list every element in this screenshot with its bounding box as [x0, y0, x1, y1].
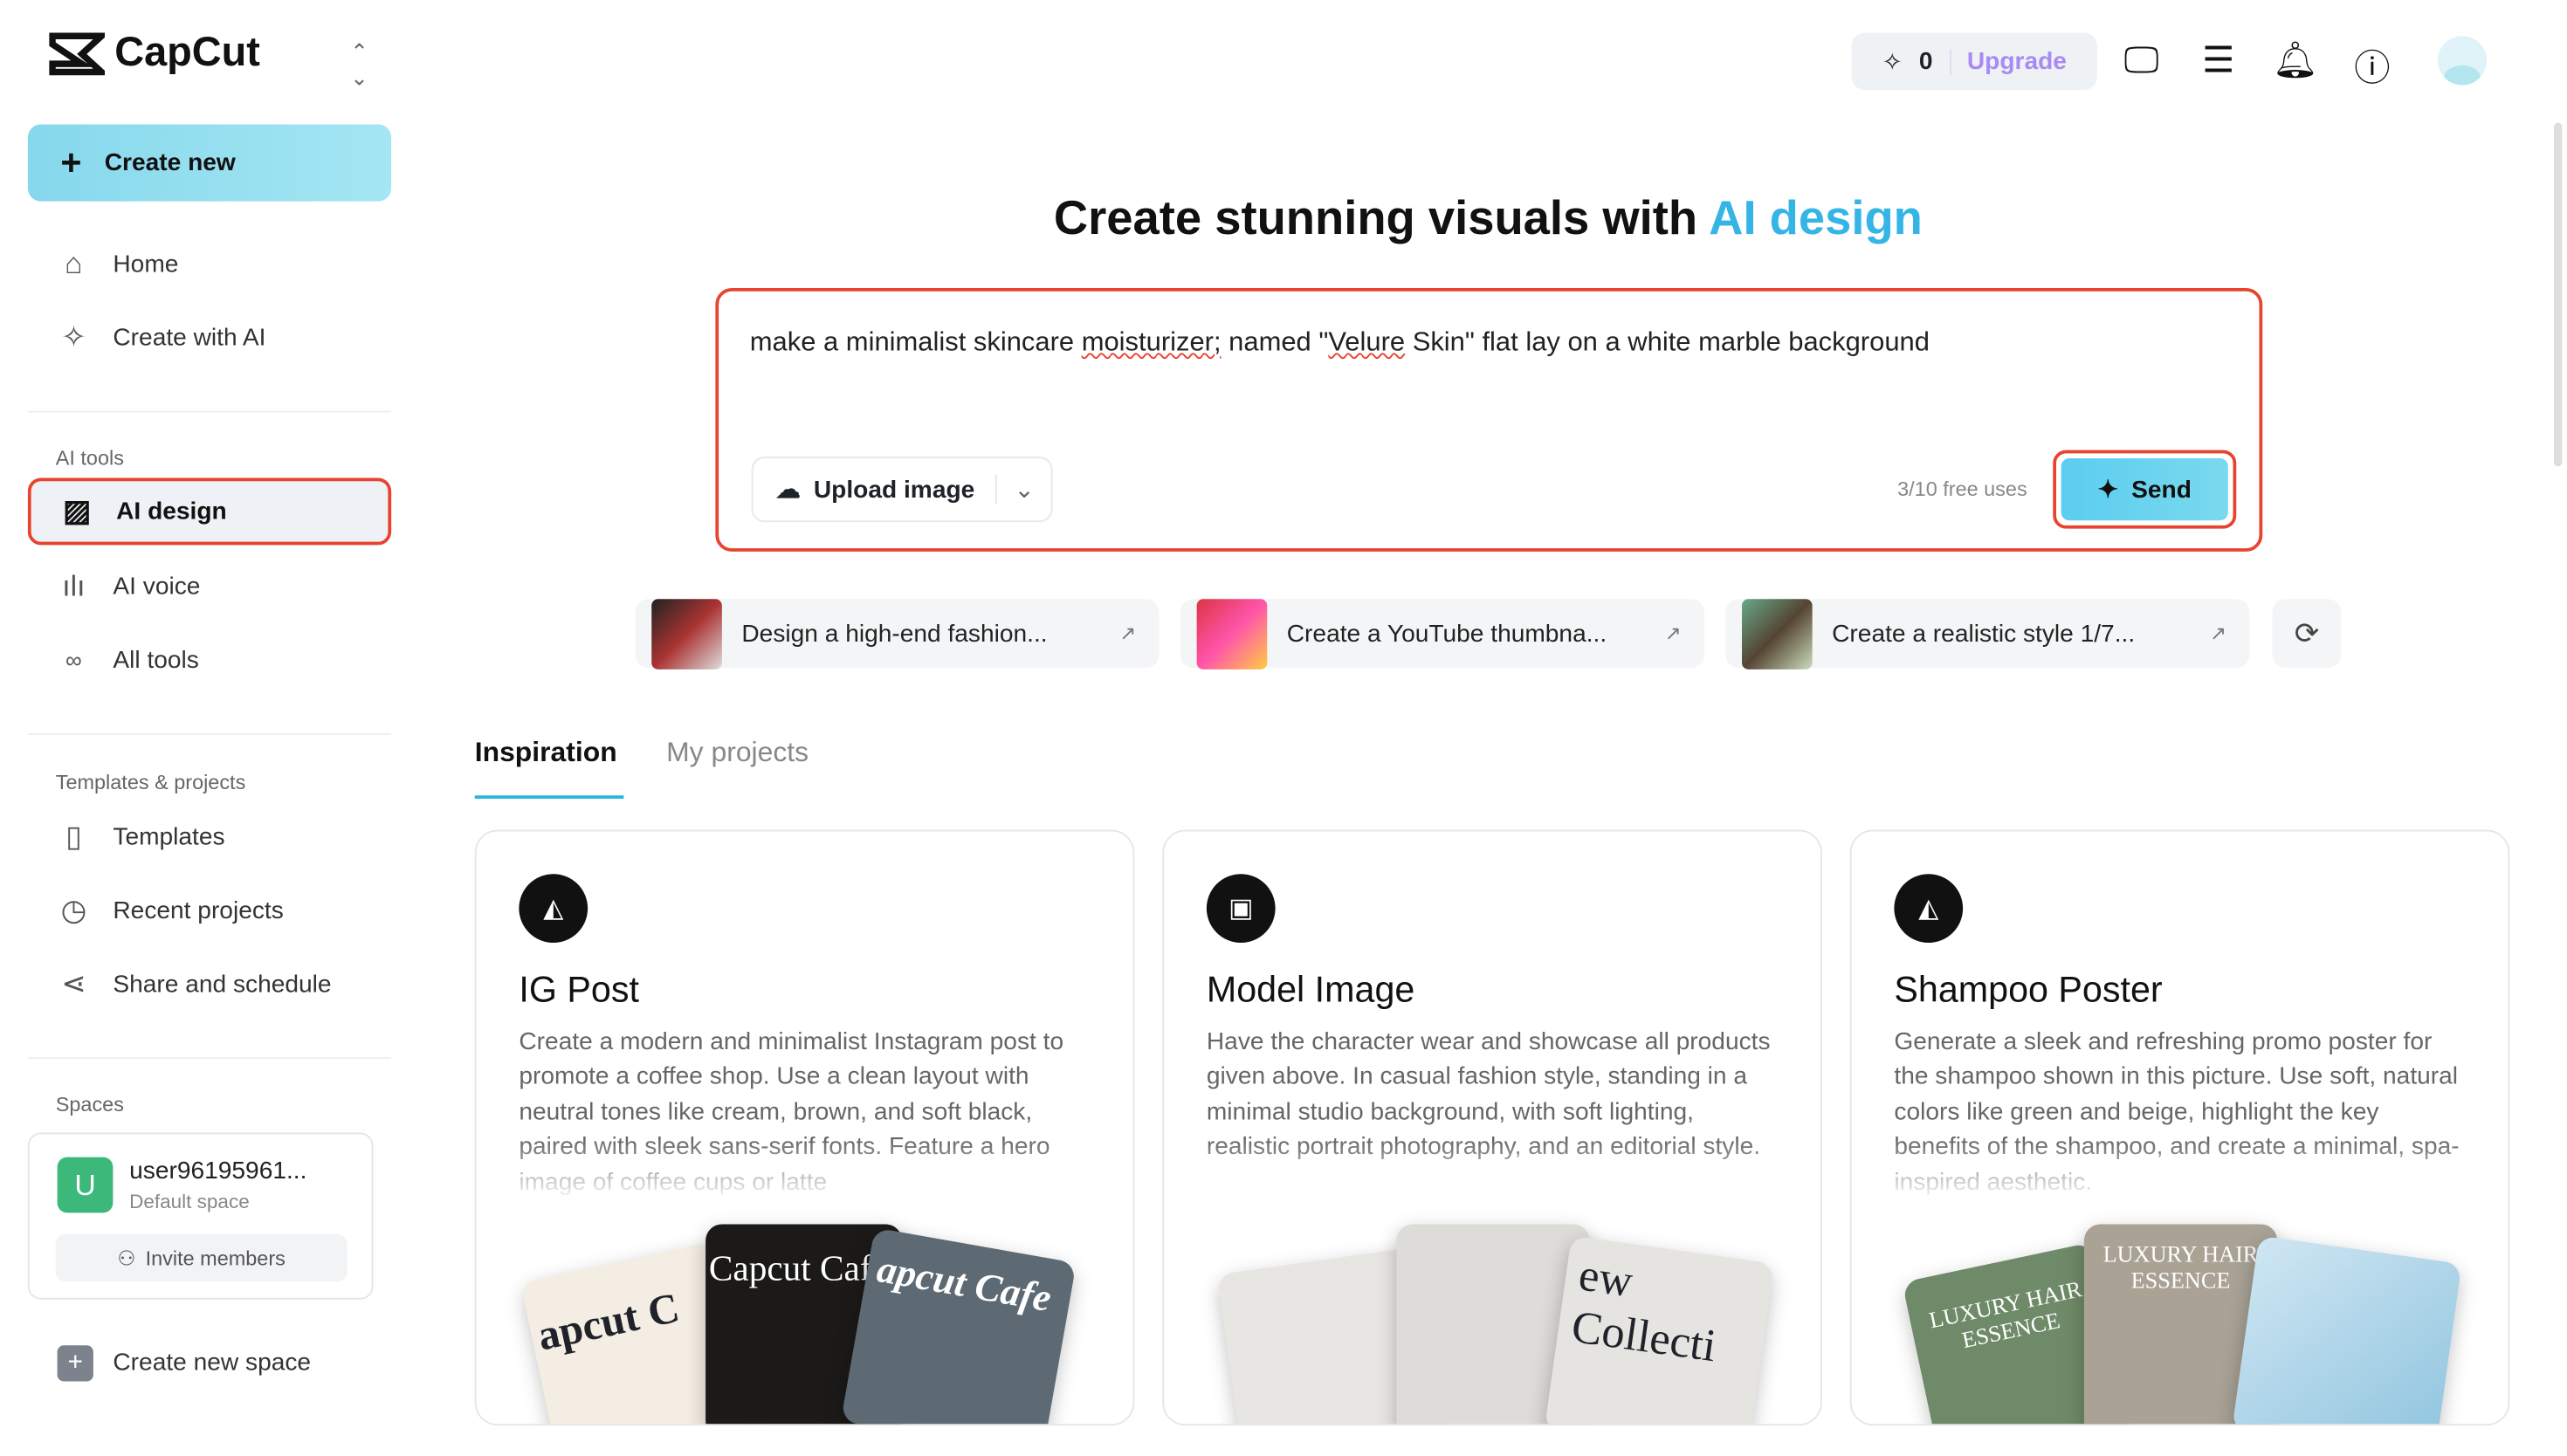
- card-preview-image: apcut Cafe: [840, 1227, 1077, 1425]
- home-icon: ⌂: [65, 246, 83, 279]
- sparkle-icon: ✦: [2097, 476, 2119, 505]
- card-icon: ◭: [1894, 874, 1964, 943]
- sidebar-item-ai-voice[interactable]: ılı AI voice: [28, 553, 391, 619]
- card-description: Have the character wear and showcase all…: [1206, 1027, 1771, 1161]
- page-title: Create stunning visuals with AI design: [1053, 193, 1923, 246]
- storage-icon[interactable]: ☰: [2195, 39, 2241, 82]
- active-tab-indicator: [474, 795, 624, 799]
- upload-image-button[interactable]: ☁ Upload image ⌄: [751, 457, 1053, 523]
- suggestion-chip[interactable]: Create a YouTube thumbna... ↗: [1180, 598, 1704, 669]
- refresh-suggestions-button[interactable]: ⟳: [2272, 599, 2342, 668]
- capcut-logo[interactable]: CapCut: [49, 30, 260, 77]
- divider: [27, 733, 392, 735]
- tab-inspiration[interactable]: Inspiration: [475, 737, 617, 770]
- sidebar-item-templates[interactable]: ▯ Templates: [28, 804, 391, 869]
- inspiration-card[interactable]: ▣ Model Image Have the character wear an…: [1162, 829, 1822, 1426]
- space-type: Default space: [129, 1190, 250, 1213]
- section-label: Templates & projects: [55, 771, 246, 794]
- invite-members-button[interactable]: ⚇ Invite members: [55, 1233, 348, 1282]
- cloud-upload-icon: ☁: [775, 476, 801, 505]
- send-button[interactable]: ✦ Send: [2053, 450, 2237, 529]
- sidebar-item-recent-projects[interactable]: ◷ Recent projects: [28, 877, 391, 943]
- plus-square-icon: +: [57, 1343, 93, 1381]
- card-description: Create a modern and minimalist Instagram…: [519, 1027, 1064, 1196]
- divider: [27, 1057, 392, 1060]
- share-icon: ⋖: [61, 966, 86, 999]
- space-avatar: U: [57, 1157, 114, 1213]
- grid-icon: ∞: [65, 646, 82, 673]
- section-label: Spaces: [55, 1093, 124, 1116]
- suggestion-thumbnail: [1742, 598, 1813, 669]
- plus-icon: +: [60, 141, 82, 183]
- suggestion-thumbnail: [651, 598, 722, 669]
- suggestion-chip[interactable]: Design a high-end fashion... ↗: [635, 598, 1160, 669]
- templates-icon: ▯: [65, 819, 82, 852]
- card-icon: ◭: [519, 874, 588, 943]
- tab-my-projects[interactable]: My projects: [666, 737, 809, 770]
- space-name: user96195961...: [129, 1157, 307, 1185]
- sidebar-item-all-tools[interactable]: ∞ All tools: [28, 627, 391, 692]
- card-preview-image: ew Collecti: [1544, 1235, 1775, 1425]
- sidebar-item-ai-design[interactable]: ▨ AI design: [27, 477, 392, 546]
- card-title: Shampoo Poster: [1894, 969, 2163, 1010]
- divider: [27, 410, 392, 413]
- space-card[interactable]: U user96195961... Default space ⚇ Invite …: [27, 1132, 374, 1300]
- create-new-space-button[interactable]: + Create new space: [28, 1329, 391, 1395]
- refresh-icon: ⟳: [2294, 615, 2320, 649]
- prompt-input[interactable]: make a minimalist skincare moisturizer; …: [750, 327, 1930, 359]
- capcut-logo-icon: [49, 31, 105, 75]
- waveform-icon: ılı: [62, 568, 86, 602]
- arrow-up-right-icon: ↗: [1664, 622, 1682, 645]
- create-new-button[interactable]: + Create new: [27, 124, 392, 202]
- card-icon: ▣: [1206, 874, 1276, 943]
- download-app-icon[interactable]: 🖵: [2118, 39, 2164, 82]
- bell-icon[interactable]: 🔔︎: [2273, 39, 2319, 82]
- sparkle-icon: ✧: [61, 319, 86, 354]
- help-icon[interactable]: ⓘ: [2350, 39, 2396, 92]
- image-sparkle-icon: ▨: [63, 494, 92, 527]
- card-title: Model Image: [1206, 969, 1415, 1010]
- user-add-icon: ⚇: [117, 1247, 136, 1270]
- workspace-switch-icon[interactable]: ⌃ ⌄: [350, 39, 368, 92]
- inspiration-card[interactable]: ◭ IG Post Create a modern and minimalist…: [474, 829, 1135, 1426]
- sidebar-item-create-with-ai[interactable]: ✧ Create with AI: [28, 305, 391, 370]
- section-label: AI tools: [55, 446, 124, 470]
- suggestion-chip[interactable]: Create a realistic style 1/7... ↗: [1725, 598, 2250, 669]
- divider: [1949, 48, 1951, 75]
- card-preview-image: [2232, 1235, 2462, 1425]
- scrollbar[interactable]: [2554, 122, 2563, 467]
- credit-count: 0: [1918, 47, 1933, 76]
- free-uses-count: 3/10 free uses: [1897, 477, 2027, 501]
- sidebar-item-share-schedule[interactable]: ⋖ Share and schedule: [28, 951, 391, 1016]
- card-title: IG Post: [519, 969, 639, 1010]
- card-description: Generate a sleek and refreshing promo po…: [1894, 1027, 2460, 1196]
- upgrade-link[interactable]: Upgrade: [1967, 47, 2067, 75]
- chevron-down-icon[interactable]: ⌄: [995, 474, 1051, 505]
- user-avatar[interactable]: [2437, 36, 2488, 86]
- arrow-up-right-icon: ↗: [1119, 622, 1137, 645]
- inspiration-card[interactable]: ◭ Shampoo Poster Generate a sleek and re…: [1849, 829, 2510, 1426]
- clock-icon: ◷: [60, 892, 87, 926]
- credits-upgrade[interactable]: ✧ 0 Upgrade: [1851, 32, 2097, 91]
- suggestion-thumbnail: [1196, 598, 1268, 669]
- prompt-box[interactable]: make a minimalist skincare moisturizer; …: [715, 288, 2263, 552]
- sparkle-icon: ✧: [1882, 48, 1903, 77]
- arrow-up-right-icon: ↗: [2210, 622, 2226, 645]
